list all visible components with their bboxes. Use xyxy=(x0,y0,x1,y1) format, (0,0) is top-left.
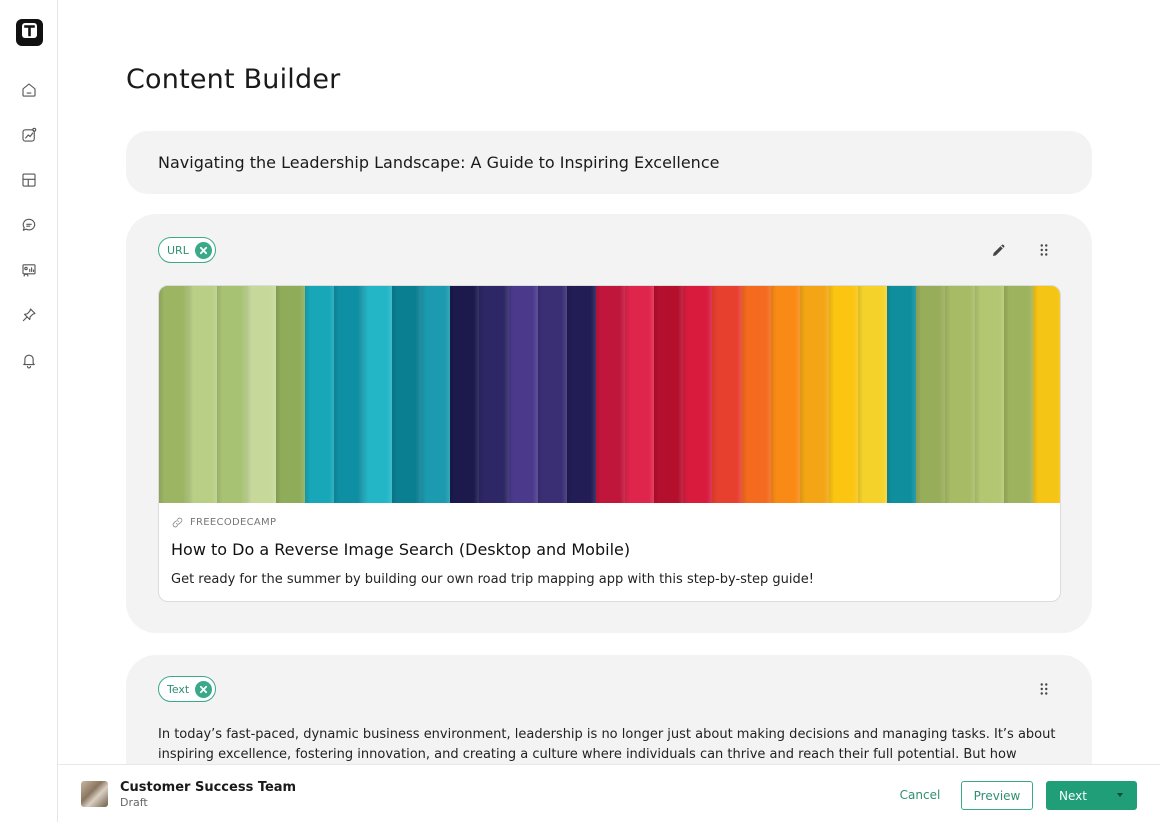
hero-stripe xyxy=(858,286,888,503)
chevron-down-icon[interactable] xyxy=(1117,793,1123,797)
hero-stripe xyxy=(421,286,451,503)
link-source-row: FREECODECAMP xyxy=(171,516,276,529)
layout-grid-icon[interactable] xyxy=(19,170,39,190)
text-chip: Text xyxy=(158,676,217,702)
url-block: URL FREECODECAMP How to Do a Reverse Ima… xyxy=(126,214,1092,633)
logo-letter xyxy=(21,22,38,43)
analytics-icon[interactable] xyxy=(19,125,39,145)
drag-handle-icon[interactable] xyxy=(1034,679,1054,699)
text-chip-label: Text xyxy=(167,682,190,696)
team-name: Customer Success Team xyxy=(120,780,297,795)
next-button-label: Next xyxy=(1059,788,1087,803)
sidebar xyxy=(0,0,58,822)
hero-stripe xyxy=(828,286,858,503)
hero-stripe xyxy=(566,286,596,503)
link-description: Get ready for the summer by building our… xyxy=(171,572,814,587)
preview-button[interactable]: Preview xyxy=(961,781,1033,810)
link-source: FREECODECAMP xyxy=(190,517,277,528)
team-avatar xyxy=(81,781,108,807)
hero-stripe xyxy=(304,286,334,503)
reports-icon[interactable] xyxy=(19,260,39,280)
link-title: How to Do a Reverse Image Search (Deskto… xyxy=(171,540,631,559)
url-chip: URL xyxy=(158,237,216,263)
remove-url-chip-icon[interactable] xyxy=(194,241,212,259)
home-icon[interactable] xyxy=(19,80,39,100)
hero-stripe xyxy=(945,286,975,503)
url-chip-label: URL xyxy=(167,243,189,257)
hero-stripe xyxy=(392,286,422,503)
hero-stripe xyxy=(654,286,684,503)
link-preview-card[interactable]: FREECODECAMP How to Do a Reverse Image S… xyxy=(158,285,1061,602)
hero-stripe xyxy=(450,286,480,503)
hero-stripe xyxy=(683,286,713,503)
hero-stripe xyxy=(770,286,800,503)
post-status: Draft xyxy=(120,796,148,809)
post-title-text: Navigating the Leadership Landscape: A G… xyxy=(158,153,720,172)
hero-stripe xyxy=(479,286,509,503)
hero-stripe xyxy=(916,286,946,503)
hero-stripe xyxy=(595,286,625,503)
hero-stripe xyxy=(537,286,567,503)
app-logo[interactable] xyxy=(16,19,43,46)
hero-stripe xyxy=(275,286,305,503)
hero-stripe xyxy=(887,286,917,503)
post-title-field[interactable]: Navigating the Leadership Landscape: A G… xyxy=(126,131,1092,194)
hero-stripe xyxy=(333,286,363,503)
hero-stripe xyxy=(188,286,218,503)
hero-stripe xyxy=(1003,286,1033,503)
text-block-body[interactable]: In today’s fast-paced, dynamic business … xyxy=(158,725,1063,764)
pin-icon[interactable] xyxy=(19,305,39,325)
remove-text-chip-icon[interactable] xyxy=(195,680,213,698)
footer-bar: Customer Success Team Draft Cancel Previ… xyxy=(58,764,1160,822)
hero-stripe xyxy=(974,286,1004,503)
hero-stripe xyxy=(159,286,189,503)
hero-stripe xyxy=(508,286,538,503)
next-button[interactable]: Next xyxy=(1046,781,1137,810)
hero-stripe xyxy=(1032,286,1060,503)
hero-stripe xyxy=(741,286,771,503)
link-icon xyxy=(172,517,183,528)
hero-stripe xyxy=(217,286,247,503)
chat-icon[interactable] xyxy=(19,215,39,235)
hero-stripe xyxy=(246,286,276,503)
edit-pencil-icon[interactable] xyxy=(989,240,1009,260)
hero-stripe xyxy=(799,286,829,503)
link-preview-image xyxy=(159,286,1060,503)
app-root: Content Builder Navigating the Leadershi… xyxy=(0,0,1160,822)
cancel-button[interactable]: Cancel xyxy=(888,781,952,809)
hero-stripe xyxy=(625,286,655,503)
drag-handle-icon[interactable] xyxy=(1034,240,1054,260)
hero-stripe xyxy=(712,286,742,503)
hero-stripe xyxy=(362,286,392,503)
page-title: Content Builder xyxy=(126,64,341,95)
bell-icon[interactable] xyxy=(19,350,39,370)
